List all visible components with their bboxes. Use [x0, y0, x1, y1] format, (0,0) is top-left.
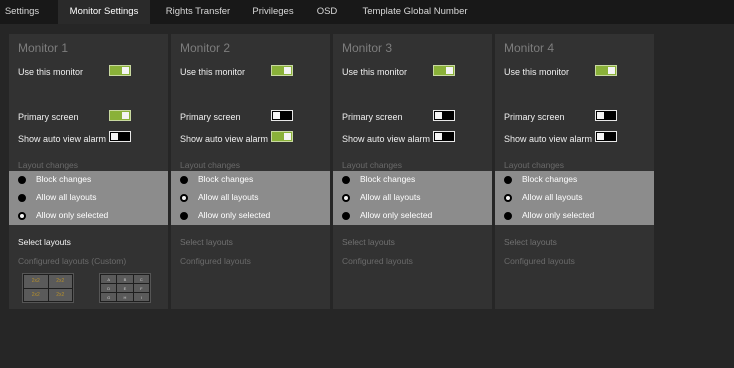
layout-cell: E	[117, 284, 133, 292]
layout-changes-label: Layout changes	[180, 160, 241, 170]
select-layouts-link: Select layouts	[342, 237, 395, 247]
layout-changes-options: Block changes Allow all layouts Allow on…	[171, 171, 330, 225]
primary-screen-label: Primary screen	[18, 112, 79, 122]
auto-view-alarm-toggle[interactable]	[271, 131, 293, 142]
radio-dot	[342, 176, 350, 184]
layout-changes-label: Layout changes	[504, 160, 565, 170]
radio-dot	[180, 212, 188, 220]
layout-cell: G	[101, 293, 117, 301]
radio-dot	[180, 176, 188, 184]
layout-cell: 2x2	[48, 275, 72, 288]
radio-allow-only-selected[interactable]: Allow only selected	[9, 207, 168, 225]
radio-dot-selected	[504, 194, 512, 202]
tab-settings[interactable]: Settings	[0, 0, 44, 24]
radio-allow-only-selected[interactable]: Allow only selected	[333, 207, 492, 225]
radio-block-changes[interactable]: Block changes	[333, 171, 492, 189]
layout-cell: 2x2	[24, 288, 48, 301]
use-monitor-toggle[interactable]	[109, 65, 131, 76]
primary-screen-toggle[interactable]	[595, 110, 617, 121]
layout-thumbnail-grid[interactable]: A B C D E F G H I	[99, 273, 151, 303]
layout-changes-label: Layout changes	[342, 160, 403, 170]
layout-changes-options: Block changes Allow all layouts Allow on…	[333, 171, 492, 225]
auto-view-alarm-label: Show auto view alarm	[342, 134, 431, 144]
radio-dot	[504, 176, 512, 184]
radio-allow-only-selected[interactable]: Allow only selected	[171, 207, 330, 225]
layout-cell: C	[133, 275, 149, 283]
monitor-title: Monitor 3	[342, 41, 393, 55]
radio-allow-all-layouts[interactable]: Allow all layouts	[171, 189, 330, 207]
auto-view-alarm-toggle[interactable]	[595, 131, 617, 142]
primary-screen-toggle[interactable]	[109, 110, 131, 121]
monitor-title: Monitor 4	[504, 41, 555, 55]
monitor-title: Monitor 1	[18, 41, 69, 55]
tab-monitor-settings[interactable]: Monitor Settings	[58, 0, 150, 24]
use-monitor-toggle[interactable]	[271, 65, 293, 76]
layout-cell: 2x2	[24, 275, 48, 288]
radio-block-changes[interactable]: Block changes	[171, 171, 330, 189]
configured-layouts-label: Configured layouts	[342, 256, 413, 266]
tab-bar: Settings Monitor Settings Rights Transfe…	[0, 0, 734, 24]
radio-dot	[504, 212, 512, 220]
select-layouts-link: Select layouts	[180, 237, 233, 247]
tab-privileges[interactable]: Privileges	[250, 0, 296, 24]
auto-view-alarm-toggle[interactable]	[109, 131, 131, 142]
select-layouts-link: Select layouts	[504, 237, 557, 247]
monitor-panel-1: Monitor 1 Use this monitor Primary scree…	[9, 34, 168, 309]
monitor-panel-2: Monitor 2 Use this monitor Primary scree…	[171, 34, 330, 309]
use-monitor-label: Use this monitor	[342, 67, 408, 77]
tab-template-global-number[interactable]: Template Global Number	[360, 0, 470, 24]
use-monitor-label: Use this monitor	[18, 67, 84, 77]
select-layouts-link[interactable]: Select layouts	[18, 237, 71, 247]
primary-screen-label: Primary screen	[342, 112, 403, 122]
radio-dot	[18, 176, 26, 184]
use-monitor-toggle[interactable]	[595, 65, 617, 76]
layout-cell: F	[133, 284, 149, 292]
monitor-panel-4: Monitor 4 Use this monitor Primary scree…	[495, 34, 654, 309]
radio-dot-selected	[18, 212, 26, 220]
radio-dot-selected	[342, 194, 350, 202]
layout-cell: B	[117, 275, 133, 283]
layout-cell: D	[101, 284, 117, 292]
layout-cell: A	[101, 275, 117, 283]
auto-view-alarm-label: Show auto view alarm	[180, 134, 269, 144]
tab-rights-transfer[interactable]: Rights Transfer	[163, 0, 233, 24]
radio-dot	[18, 194, 26, 202]
monitor-title: Monitor 2	[180, 41, 231, 55]
radio-allow-all-layouts[interactable]: Allow all layouts	[495, 189, 654, 207]
configured-layouts-label: Configured layouts	[180, 256, 251, 266]
layout-thumbnail-quad[interactable]: 2x2 2x2 2x2 2x2	[22, 273, 74, 303]
radio-block-changes[interactable]: Block changes	[495, 171, 654, 189]
radio-allow-only-selected[interactable]: Allow only selected	[495, 207, 654, 225]
radio-allow-all-layouts[interactable]: Allow all layouts	[9, 189, 168, 207]
auto-view-alarm-label: Show auto view alarm	[18, 134, 107, 144]
layout-cell: 2x2	[48, 288, 72, 301]
auto-view-alarm-label: Show auto view alarm	[504, 134, 593, 144]
tab-osd[interactable]: OSD	[314, 0, 340, 24]
primary-screen-label: Primary screen	[180, 112, 241, 122]
layout-changes-options: Block changes Allow all layouts Allow on…	[495, 171, 654, 225]
radio-allow-all-layouts[interactable]: Allow all layouts	[333, 189, 492, 207]
monitor-panel-3: Monitor 3 Use this monitor Primary scree…	[333, 34, 492, 309]
layout-cell: H	[117, 293, 133, 301]
primary-screen-toggle[interactable]	[271, 110, 293, 121]
radio-dot-selected	[180, 194, 188, 202]
radio-block-changes[interactable]: Block changes	[9, 171, 168, 189]
primary-screen-label: Primary screen	[504, 112, 565, 122]
configured-layouts-label: Configured layouts	[504, 256, 575, 266]
layout-changes-options: Block changes Allow all layouts Allow on…	[9, 171, 168, 225]
auto-view-alarm-toggle[interactable]	[433, 131, 455, 142]
layout-cell: I	[133, 293, 149, 301]
configured-layouts-label: Configured layouts (Custom)	[18, 256, 127, 266]
use-monitor-label: Use this monitor	[504, 67, 570, 77]
layout-changes-label: Layout changes	[18, 160, 79, 170]
use-monitor-toggle[interactable]	[433, 65, 455, 76]
use-monitor-label: Use this monitor	[180, 67, 246, 77]
radio-dot	[342, 212, 350, 220]
primary-screen-toggle[interactable]	[433, 110, 455, 121]
